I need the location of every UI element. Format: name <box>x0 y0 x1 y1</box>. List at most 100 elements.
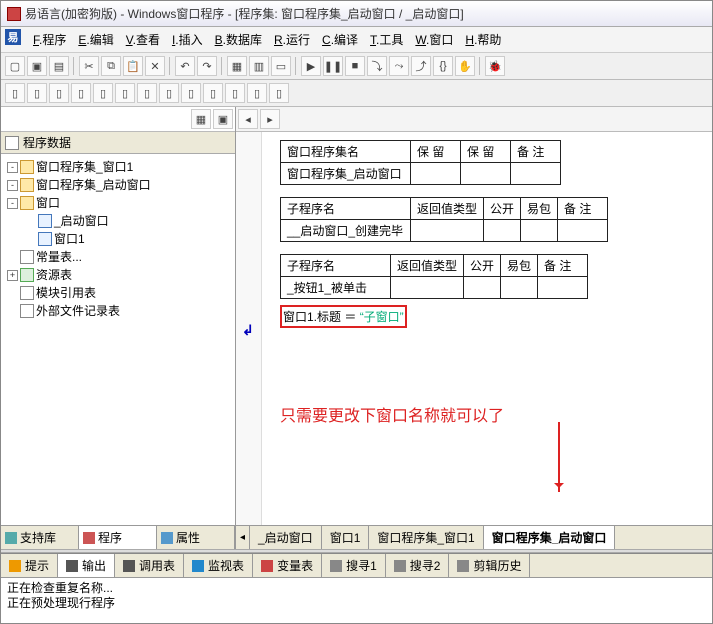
step-over-button[interactable]: ⤳ <box>389 56 409 76</box>
step-out-button[interactable]: ⤴ <box>411 56 431 76</box>
th-reserved2: 保 留 <box>461 141 511 163</box>
ed-nav-back[interactable]: ◂ <box>238 109 258 129</box>
t3h3: 易包 <box>501 255 538 277</box>
td-assembly-name[interactable]: 窗口程序集_启动窗口 <box>281 163 411 185</box>
expander-icon[interactable]: - <box>7 198 18 209</box>
project-tree[interactable]: -窗口程序集_窗口1-窗口程序集_启动窗口-窗口_启动窗口窗口1常量表...+资… <box>1 154 235 525</box>
menu-item[interactable]: E.编辑 <box>72 29 119 50</box>
output-tab[interactable]: 调用表 <box>115 554 184 577</box>
align-8[interactable]: ▯ <box>159 83 179 103</box>
tab-label: 变量表 <box>277 557 313 574</box>
new-button[interactable]: ▢ <box>5 56 25 76</box>
paste-button[interactable]: 📋 <box>123 56 143 76</box>
layout-c-button[interactable]: ▭ <box>271 56 291 76</box>
t3h4: 备 注 <box>538 255 588 277</box>
output-tab[interactable]: 输出 <box>58 554 115 577</box>
stop-button[interactable]: ■ <box>345 56 365 76</box>
sidebar-tab[interactable]: 程序 <box>79 526 157 549</box>
tree-item[interactable]: +资源表 <box>3 266 233 284</box>
tab-label: 输出 <box>82 557 106 574</box>
output-line: 正在预处理现行程序 <box>7 596 706 611</box>
tree-item-label: _启动窗口 <box>54 212 109 230</box>
sidebar-tab[interactable]: 支持库 <box>1 526 79 549</box>
tree-item[interactable]: 模块引用表 <box>3 284 233 302</box>
undo-button[interactable]: ↶ <box>175 56 195 76</box>
brace-button[interactable]: {} <box>433 56 453 76</box>
align-5[interactable]: ▯ <box>93 83 113 103</box>
sidebar-btn-1[interactable]: ▦ <box>191 109 211 129</box>
ed-nav-fwd[interactable]: ▸ <box>260 109 280 129</box>
output-tab[interactable]: 提示 <box>1 554 58 577</box>
sidebar-btn-2[interactable]: ▣ <box>213 109 233 129</box>
expander-icon[interactable]: - <box>7 162 18 173</box>
expander-icon[interactable]: + <box>7 270 18 281</box>
tree-item[interactable]: - 窗口程序集_启动窗口 <box>3 176 233 194</box>
folder-icon <box>20 160 34 174</box>
expander-icon[interactable]: - <box>7 180 18 191</box>
align-4[interactable]: ▯ <box>71 83 91 103</box>
step-into-button[interactable]: ⤵ <box>367 56 387 76</box>
copy-button[interactable]: ⧉ <box>101 56 121 76</box>
align-11[interactable]: ▯ <box>225 83 245 103</box>
code-rhs: “子窗口” <box>360 310 404 324</box>
output-tab[interactable]: 搜寻2 <box>386 554 450 577</box>
editor-tab[interactable]: 窗口程序集_启动窗口 <box>484 526 616 549</box>
menu-item[interactable]: F.程序 <box>27 29 72 50</box>
align-1[interactable]: ▯ <box>5 83 25 103</box>
output-tab[interactable]: 搜寻1 <box>322 554 386 577</box>
align-2[interactable]: ▯ <box>27 83 47 103</box>
menu-item[interactable]: H.帮助 <box>459 29 507 50</box>
hand-button[interactable]: ✋ <box>455 56 475 76</box>
debug-button[interactable]: 🐞 <box>485 56 505 76</box>
layout-a-button[interactable]: ▦ <box>227 56 247 76</box>
tree-item[interactable]: 常量表... <box>3 248 233 266</box>
align-12[interactable]: ▯ <box>247 83 267 103</box>
align-3[interactable]: ▯ <box>49 83 69 103</box>
editor-tab[interactable]: 窗口1 <box>322 526 370 549</box>
sidebar: ▦ ▣ 程序数据 -窗口程序集_窗口1-窗口程序集_启动窗口-窗口_启动窗口窗口… <box>1 107 236 549</box>
align-6[interactable]: ▯ <box>115 83 135 103</box>
tree-item[interactable]: -窗口程序集_窗口1 <box>3 158 233 176</box>
align-7[interactable]: ▯ <box>137 83 157 103</box>
menu-item[interactable]: B.数据库 <box>209 29 268 50</box>
open-button[interactable]: ▣ <box>27 56 47 76</box>
sidebar-tab[interactable]: 属性 <box>157 526 235 549</box>
folder-icon <box>20 178 34 192</box>
editor-tabs-scroll-left[interactable]: ◂ <box>236 526 250 549</box>
layout-b-button[interactable]: ▥ <box>249 56 269 76</box>
t2r0[interactable]: __启动窗口_创建完毕 <box>281 220 411 242</box>
tree-item[interactable]: 窗口1 <box>3 230 233 248</box>
delete-button[interactable]: ✕ <box>145 56 165 76</box>
menu-item[interactable]: V.查看 <box>120 29 166 50</box>
tree-item-label: 窗口程序集_启动窗口 <box>36 176 151 194</box>
align-10[interactable]: ▯ <box>203 83 223 103</box>
output-body[interactable]: 正在检查重复名称... 正在预处理现行程序 <box>1 578 712 623</box>
tree-header: 程序数据 <box>1 132 235 154</box>
th-remark: 备 注 <box>511 141 561 163</box>
align-13[interactable]: ▯ <box>269 83 289 103</box>
subroutine-table-1: 子程序名 返回值类型 公开 易包 备 注 __启动窗口_创建完毕 <box>280 197 608 242</box>
tree-item[interactable]: _启动窗口 <box>3 212 233 230</box>
t3r0[interactable]: _按钮1_被单击 <box>281 277 391 299</box>
cut-button[interactable]: ✂ <box>79 56 99 76</box>
code-line[interactable]: 窗口1.标题 ＝ “子窗口” <box>283 310 404 324</box>
editor-document[interactable]: ↲ 窗口程序集名 保 留 保 留 备 注 窗口程序集_启动窗口 子程序名 返回值… <box>236 132 712 525</box>
menu-item[interactable]: C.编译 <box>316 29 364 50</box>
align-9[interactable]: ▯ <box>181 83 201 103</box>
output-tab[interactable]: 剪辑历史 <box>449 554 530 577</box>
menu-item[interactable]: I.插入 <box>166 29 209 50</box>
output-tab[interactable]: 变量表 <box>253 554 322 577</box>
menu-item[interactable]: W.窗口 <box>409 29 459 50</box>
menu-item[interactable]: R.运行 <box>268 29 316 50</box>
run-button[interactable]: ▶ <box>301 56 321 76</box>
th-assembly-name: 窗口程序集名 <box>281 141 411 163</box>
redo-button[interactable]: ↷ <box>197 56 217 76</box>
pause-button[interactable]: ❚❚ <box>323 56 343 76</box>
editor-tab[interactable]: _启动窗口 <box>250 526 322 549</box>
editor-tab[interactable]: 窗口程序集_窗口1 <box>369 526 483 549</box>
save-button[interactable]: ▤ <box>49 56 69 76</box>
menu-item[interactable]: T.工具 <box>364 29 409 50</box>
tree-item[interactable]: 外部文件记录表 <box>3 302 233 320</box>
tree-item[interactable]: -窗口 <box>3 194 233 212</box>
output-tab[interactable]: 监视表 <box>184 554 253 577</box>
